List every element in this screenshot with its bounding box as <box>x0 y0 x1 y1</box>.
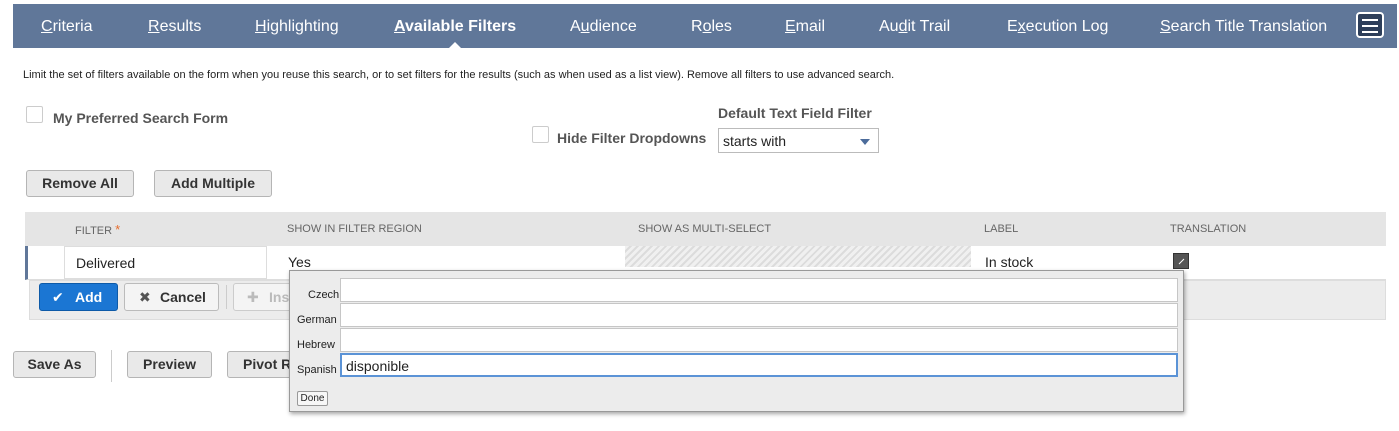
remove-all-button[interactable]: Remove All <box>26 170 134 197</box>
tab-search-title-translation[interactable]: Search Title Translation <box>1160 4 1327 48</box>
translation-popup: Czech German Hebrew Spanish disponible D… <box>289 270 1184 412</box>
cancel-button[interactable]: ✖ Cancel <box>124 283 219 311</box>
language-label-spanish: Spanish <box>297 364 337 376</box>
tab-audience[interactable]: Audience <box>570 4 637 48</box>
close-icon: ✖ <box>139 289 151 305</box>
hide-filter-dropdowns-label: Hide Filter Dropdowns <box>557 130 707 146</box>
add-multiple-button[interactable]: Add Multiple <box>154 170 272 197</box>
hide-filter-dropdowns-checkbox[interactable] <box>532 126 549 143</box>
description-text: Limit the set of filters available on th… <box>23 69 895 81</box>
german-translation-input[interactable] <box>340 303 1178 327</box>
czech-translation-input[interactable] <box>340 278 1178 302</box>
column-header-filter: FILTER * <box>75 222 121 237</box>
divider <box>226 285 227 309</box>
default-text-field-filter-select[interactable]: starts with <box>718 128 879 153</box>
menu-icon[interactable] <box>1356 12 1384 38</box>
tab-audit-trail[interactable]: Audit Trail <box>879 4 950 48</box>
language-label-czech: Czech <box>308 289 340 301</box>
divider <box>111 350 112 382</box>
active-tab-indicator <box>448 42 462 49</box>
checkmark-icon: ✔ <box>52 289 64 305</box>
tab-execution-log[interactable]: Execution Log <box>1007 4 1108 48</box>
add-button[interactable]: ✔ Add <box>39 283 118 311</box>
hebrew-translation-input[interactable] <box>340 328 1178 352</box>
default-text-field-filter-label: Default Text Field Filter <box>718 105 872 121</box>
column-header-show-as-multi-select: SHOW AS MULTI-SELECT <box>638 223 772 235</box>
language-label-german: German <box>297 314 337 326</box>
tab-bar: Criteria Results Highlighting Available … <box>13 4 1397 49</box>
multi-select-disabled-cell <box>625 246 971 267</box>
my-preferred-search-form-checkbox[interactable] <box>26 106 43 123</box>
save-as-button[interactable]: Save As <box>13 351 96 378</box>
my-preferred-search-form-label: My Preferred Search Form <box>53 110 229 126</box>
tab-highlighting[interactable]: Highlighting <box>255 4 339 48</box>
tab-email[interactable]: Email <box>785 4 825 48</box>
tab-criteria[interactable]: Criteria <box>41 4 93 48</box>
plus-icon: ✚ <box>247 289 259 305</box>
done-button[interactable]: Done <box>297 391 328 406</box>
language-label-hebrew: Hebrew <box>297 339 335 351</box>
preview-button[interactable]: Preview <box>127 351 212 378</box>
required-marker: * <box>115 222 121 237</box>
column-header-translation: TRANSLATION <box>1170 223 1247 235</box>
default-filter-value: starts with <box>723 133 787 149</box>
column-header-show-in-filter-region: SHOW IN FILTER REGION <box>287 223 422 235</box>
tab-results[interactable]: Results <box>148 4 201 48</box>
column-header-label: LABEL <box>984 223 1019 235</box>
dropdown-arrow-icon <box>860 139 870 145</box>
filter-cell[interactable]: Delivered <box>64 246 267 279</box>
translation-edit-icon[interactable] <box>1173 253 1189 269</box>
spanish-translation-input[interactable]: disponible <box>340 353 1178 377</box>
filter-grid-header: FILTER * SHOW IN FILTER REGION SHOW AS M… <box>25 212 1386 246</box>
tab-roles[interactable]: Roles <box>691 4 732 48</box>
